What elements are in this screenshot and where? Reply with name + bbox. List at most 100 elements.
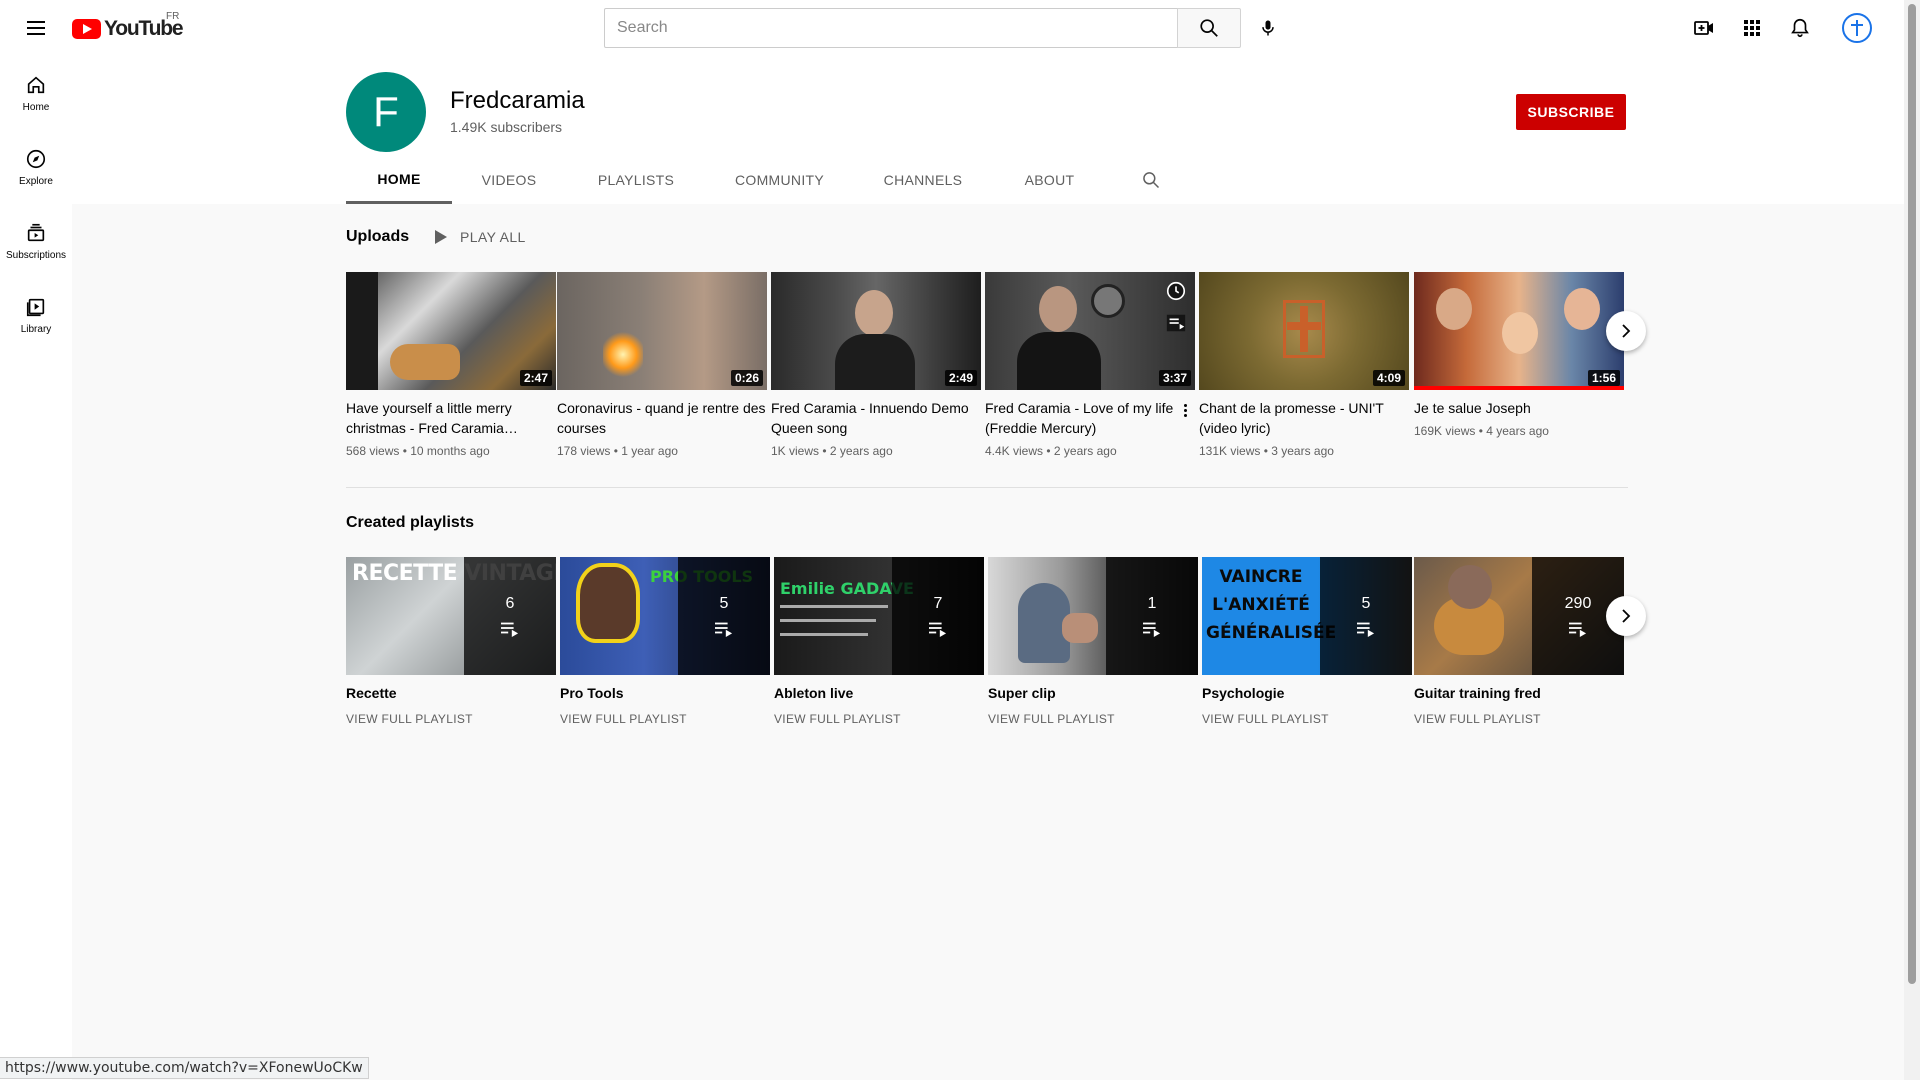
- apps-button[interactable]: [1732, 8, 1772, 48]
- guide-label-explore: Explore: [19, 175, 53, 187]
- play-all-button[interactable]: PLAY ALL: [434, 229, 526, 245]
- tab-community[interactable]: COMMUNITY: [706, 156, 853, 204]
- subscribe-button[interactable]: SUBSCRIBE: [1516, 94, 1626, 130]
- account-avatar[interactable]: [1842, 13, 1872, 43]
- video-duration: 2:47: [519, 370, 552, 386]
- playlist-title[interactable]: Psychologie: [1202, 685, 1412, 701]
- status-bar-url: https://www.youtube.com/watch?v=XFonewUo…: [0, 1057, 369, 1079]
- playlist-thumbnail[interactable]: 1: [988, 557, 1198, 675]
- notifications-button[interactable]: [1780, 8, 1820, 48]
- channel-avatar[interactable]: F: [346, 72, 426, 152]
- video-card[interactable]: 1:56 Je te salue Joseph 169K views • 4 y…: [1414, 272, 1624, 438]
- playlist-title[interactable]: Pro Tools: [560, 685, 770, 701]
- playlist-thumbnail[interactable]: PRO TOOLS 5: [560, 557, 770, 675]
- playlist-card[interactable]: VAINCRE L'ANXIÉTÉ GÉNÉRALISÉE 5 Psycholo…: [1202, 557, 1412, 726]
- tab-videos[interactable]: VIDEOS: [452, 156, 566, 204]
- view-full-playlist-link[interactable]: VIEW FULL PLAYLIST: [988, 712, 1198, 726]
- playlist-thumbnail[interactable]: 290: [1414, 557, 1624, 675]
- tab-search[interactable]: [1106, 156, 1196, 204]
- tab-playlists[interactable]: PLAYLISTS: [566, 156, 706, 204]
- video-title[interactable]: Je te salue Joseph: [1414, 398, 1624, 418]
- youtube-play-icon: [72, 19, 101, 39]
- playlist-count: 5: [1361, 595, 1371, 612]
- playlist-title[interactable]: Ableton live: [774, 685, 984, 701]
- playlists-next-arrow[interactable]: [1606, 596, 1646, 636]
- search-input[interactable]: [605, 9, 1177, 47]
- guide-item-subscriptions[interactable]: Subscriptions: [4, 204, 68, 278]
- playlist-card[interactable]: 1 Super clip VIEW FULL PLAYLIST: [988, 557, 1198, 726]
- video-thumbnail[interactable]: 3:37: [985, 272, 1195, 390]
- video-age: 4 years ago: [1486, 424, 1549, 438]
- playlist-card[interactable]: Emilie GADAVE 7 Ableton live VIEW FULL P…: [774, 557, 984, 726]
- playlists-shelf-title[interactable]: Created playlists: [346, 514, 474, 532]
- view-full-playlist-link[interactable]: VIEW FULL PLAYLIST: [560, 712, 770, 726]
- playlist-title[interactable]: Recette: [346, 685, 556, 701]
- watch-later-icon[interactable]: [1165, 280, 1187, 302]
- video-card[interactable]: 2:47 Have yourself a little merry christ…: [346, 272, 556, 458]
- search-box[interactable]: [604, 8, 1178, 48]
- view-full-playlist-link[interactable]: VIEW FULL PLAYLIST: [1202, 712, 1412, 726]
- video-card[interactable]: 2:49 Fred Caramia - Innuendo Demo Queen …: [771, 272, 981, 458]
- playlist-thumbnail[interactable]: VAINCRE L'ANXIÉTÉ GÉNÉRALISÉE 5: [1202, 557, 1412, 675]
- video-duration: 2:49: [944, 370, 977, 386]
- playlist-thumbnail[interactable]: RECETTE VINTAGE 6: [346, 557, 556, 675]
- video-age: 2 years ago: [1053, 444, 1117, 458]
- scrollbar-thumb[interactable]: [1908, 4, 1916, 984]
- view-full-playlist-link[interactable]: VIEW FULL PLAYLIST: [1414, 712, 1624, 726]
- video-thumbnail[interactable]: 1:56: [1414, 272, 1624, 390]
- guide-item-home[interactable]: Home: [4, 56, 68, 130]
- video-card[interactable]: 4:09 Chant de la promesse - UNI'T (video…: [1199, 272, 1409, 458]
- playlist-card[interactable]: 290 Guitar training fred VIEW FULL PLAYL…: [1414, 557, 1624, 726]
- playlist-title[interactable]: Guitar training fred: [1414, 685, 1624, 701]
- video-thumbnail[interactable]: 0:26: [557, 272, 767, 390]
- video-thumbnail[interactable]: 2:49: [771, 272, 981, 390]
- more-actions-icon[interactable]: [1177, 400, 1193, 420]
- video-card[interactable]: 3:37 Fred Caramia - Love of my life (Fre…: [985, 272, 1195, 458]
- tab-home[interactable]: HOME: [346, 156, 452, 204]
- video-title[interactable]: Chant de la promesse - UNI'T (video lyri…: [1199, 398, 1409, 438]
- create-video-button[interactable]: [1684, 8, 1724, 48]
- playlist-icon: [1143, 622, 1161, 637]
- playlist-card[interactable]: RECETTE VINTAGE 6 Recette VIEW FULL PLAY…: [346, 557, 556, 726]
- video-age: 10 months ago: [410, 444, 490, 458]
- playlist-card[interactable]: PRO TOOLS 5 Pro Tools VIEW FULL PLAYLIST: [560, 557, 770, 726]
- video-title[interactable]: Have yourself a little merry christmas -…: [346, 398, 556, 438]
- video-card[interactable]: 0:26 Coronavirus - quand je rentre des c…: [557, 272, 767, 458]
- view-full-playlist-link[interactable]: VIEW FULL PLAYLIST: [346, 712, 556, 726]
- video-views: 169K views: [1414, 424, 1476, 438]
- video-views: 178 views: [557, 444, 611, 458]
- video-views: 4.4K views: [985, 444, 1044, 458]
- uploads-next-arrow[interactable]: [1606, 311, 1646, 351]
- video-title[interactable]: Fred Caramia - Love of my life (Freddie …: [985, 398, 1195, 438]
- add-to-queue-icon[interactable]: [1165, 312, 1187, 334]
- video-age: 3 years ago: [1271, 444, 1334, 458]
- microphone-icon: [1262, 20, 1274, 36]
- video-title[interactable]: Coronavirus - quand je rentre des course…: [557, 398, 767, 438]
- video-meta: 4.4K views • 2 years ago: [985, 444, 1117, 458]
- playlist-overlay: 7: [892, 557, 984, 675]
- video-views: 1K views: [771, 444, 820, 458]
- playlist-icon: [715, 622, 733, 637]
- playlist-overlay: 1: [1106, 557, 1198, 675]
- video-thumbnail[interactable]: 4:09: [1199, 272, 1409, 390]
- country-code: FR: [166, 11, 180, 22]
- video-title[interactable]: Fred Caramia - Innuendo Demo Queen song: [771, 398, 981, 438]
- video-thumbnail[interactable]: 2:47: [346, 272, 556, 390]
- page-scrollbar[interactable]: [1904, 0, 1920, 1080]
- playlist-thumbnail[interactable]: Emilie GADAVE 7: [774, 557, 984, 675]
- video-duration: 1:56: [1587, 370, 1620, 386]
- search-button[interactable]: [1177, 8, 1241, 48]
- tab-about[interactable]: ABOUT: [993, 156, 1106, 204]
- voice-search-button[interactable]: [1248, 8, 1288, 48]
- guide-item-explore[interactable]: Explore: [4, 130, 68, 204]
- view-full-playlist-link[interactable]: VIEW FULL PLAYLIST: [774, 712, 984, 726]
- tab-channels[interactable]: CHANNELS: [853, 156, 993, 204]
- playlist-title[interactable]: Super clip: [988, 685, 1198, 701]
- menu-icon[interactable]: [16, 8, 56, 48]
- video-age: 1 year ago: [621, 444, 678, 458]
- guide-item-library[interactable]: Library: [4, 278, 68, 352]
- compass-icon: [26, 149, 46, 168]
- video-views: 131K views: [1199, 444, 1261, 458]
- video-duration: 0:26: [730, 370, 763, 386]
- uploads-shelf-title[interactable]: Uploads: [346, 228, 409, 246]
